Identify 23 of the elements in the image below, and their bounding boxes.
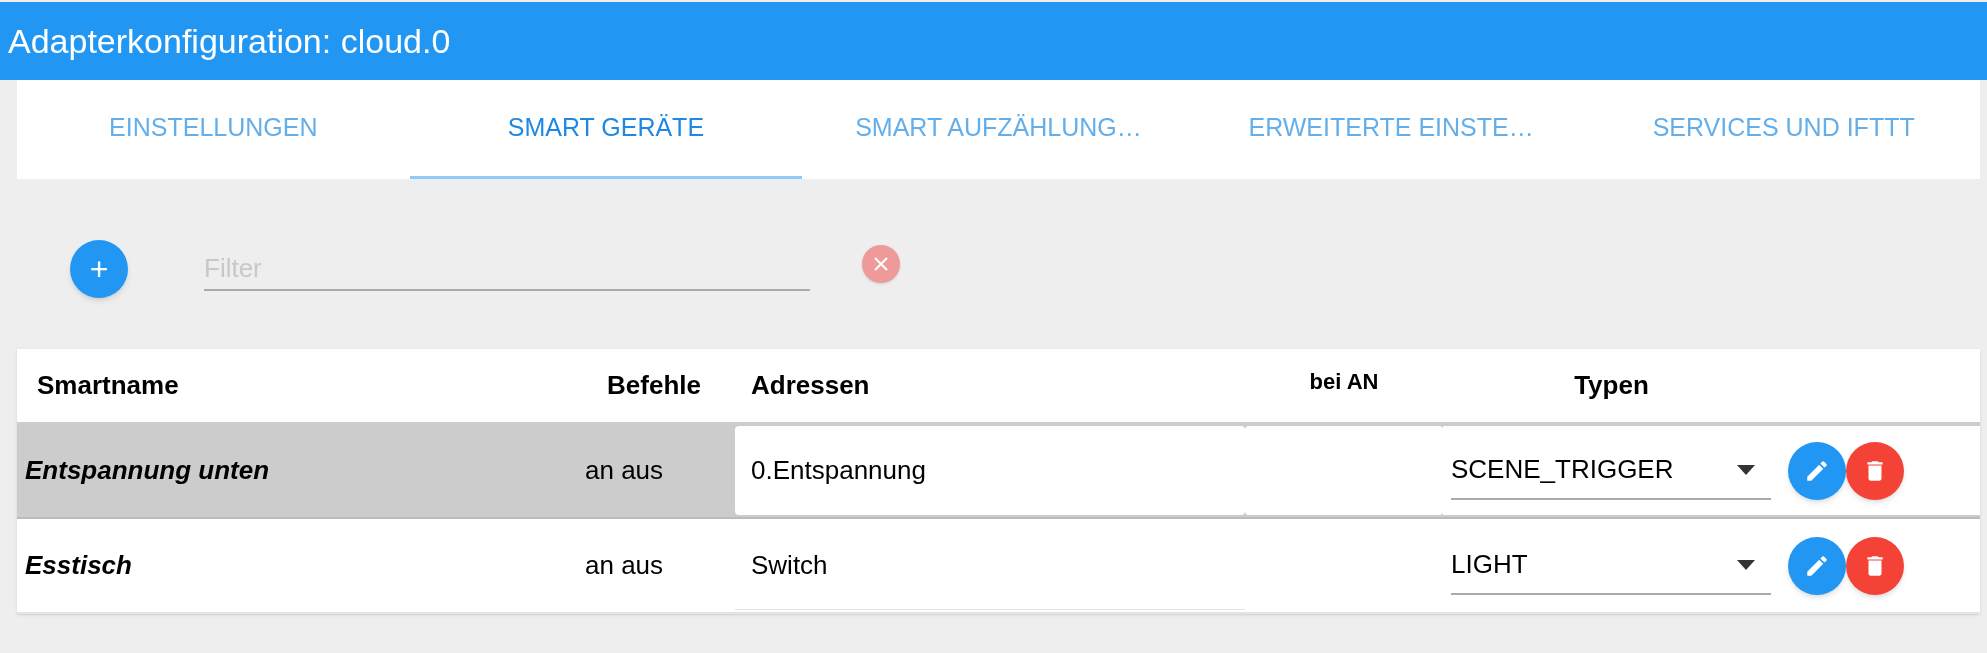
table-cell-text: Entspannung unten [24,454,271,487]
address-field[interactable]: 0.Entspannung [735,426,1245,515]
column-header: Befehle [606,369,702,402]
column-header: Typen [1573,369,1650,402]
dropdown-caret-icon [1737,464,1755,475]
table-row[interactable]: Esstisch an aus Switch LIGHT [17,519,1980,614]
delete-button[interactable] [1846,536,1904,595]
close-icon [873,256,889,272]
table-cell-text: Esstisch [24,549,133,582]
table-cell-text: an aus [584,454,665,487]
table-cell-text: an aus [584,549,665,582]
column-header: bei AN [1308,368,1380,396]
edit-button[interactable] [1788,536,1846,595]
tab[interactable]: SMART GERÄTE [409,80,803,179]
column-header: Adressen [750,369,871,402]
clear-filter-button[interactable] [862,245,900,283]
column-header: Smartname [36,369,180,402]
delete-button[interactable] [1846,441,1904,500]
dropdown-caret-icon [1737,559,1755,570]
window-title: Adapterkonfiguration: cloud.0 [8,20,451,62]
table-row[interactable]: Entspannung unten an aus 0.Entspannung SCENE_TRIGGER [17,424,1980,519]
type-select[interactable]: LIGHT [1451,536,1771,595]
edit-button[interactable] [1788,441,1846,500]
